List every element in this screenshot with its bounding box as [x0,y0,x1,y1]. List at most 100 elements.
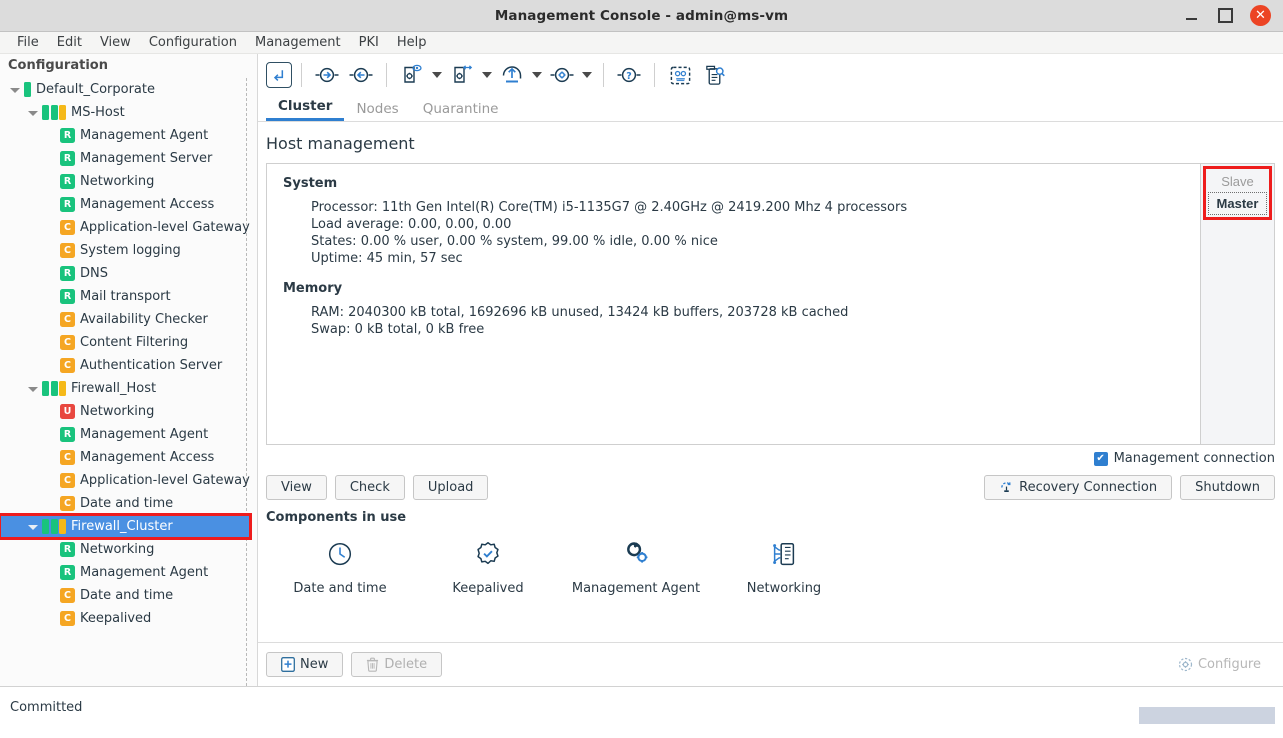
system-heading: System [283,176,338,191]
tree-item-system-logging[interactable]: C System logging [0,239,257,262]
system-line: Uptime: 45 min, 57 sec [311,251,463,266]
menu-item-file[interactable]: File [8,33,48,52]
tree-item-management-agent[interactable]: R Management Agent [0,423,257,446]
tree-item-mail-transport[interactable]: R Mail transport [0,285,257,308]
menu-bar: File Edit View Configuration Management PKI He… [0,32,1283,54]
tab-nodes[interactable]: Nodes [344,99,410,121]
chevron-down-icon[interactable] [26,106,40,120]
tree-item-label: Management Access [80,450,215,465]
master-button[interactable]: Master [1208,192,1267,215]
tree-item-management-access[interactable]: R Management Access [0,193,257,216]
system-line: Processor: 11th Gen Intel(R) Core(TM) i5… [311,200,908,215]
menu-item-management[interactable]: Management [246,33,350,52]
settings-icon[interactable] [546,59,578,91]
menu-item-view[interactable]: View [91,33,140,52]
trash-icon [366,657,379,672]
tree-item-label: Management Access [80,197,215,212]
upload-button[interactable]: Upload [412,474,489,500]
tree-item-ms-host[interactable]: MS-Host [0,101,257,124]
recovery-connection-button[interactable]: Recovery Connection [984,474,1173,500]
tree-item-management-server[interactable]: R Management Server [0,147,257,170]
tab-cluster[interactable]: Cluster [266,96,345,121]
body-area: Configuration Default_Corporate MS-Host R M… [0,54,1283,686]
state-badge-c-icon: C [60,220,75,235]
memory-lines: RAM: 2040300 kB total, 1692696 kB unused… [283,304,1184,338]
log-inspect-icon[interactable] [698,59,730,91]
tree-item-firewall-cluster[interactable]: Firewall_Cluster [0,513,252,540]
slave-button[interactable]: Slave [1208,171,1267,192]
minimize-icon[interactable] [1182,7,1200,25]
tree-item-dns[interactable]: R DNS [0,262,257,285]
tree-item-application-level-gateway[interactable]: C Application-level Gateway [0,469,257,492]
upload-icon[interactable] [496,59,528,91]
tree-item-label: MS-Host [71,105,125,120]
close-icon[interactable]: ✕ [1250,5,1271,26]
component-management-agent[interactable]: Management Agent [562,537,710,596]
menu-item-help[interactable]: Help [388,33,436,52]
help-icon[interactable]: ? [613,59,645,91]
tree-item-default-corporate[interactable]: Default_Corporate [0,78,257,101]
back-icon[interactable] [345,59,377,91]
chevron-down-icon[interactable] [26,520,40,534]
tree-item-label: Date and time [80,588,174,603]
chevron-down-icon[interactable] [8,83,22,97]
preview-config-icon[interactable] [396,59,428,91]
state-badge-r-icon: R [60,128,75,143]
status-bar-segment [59,381,66,396]
component-label: Keepalived [452,581,524,596]
maximize-icon[interactable] [1216,7,1234,25]
chevron-down-icon[interactable] [530,59,544,91]
configure-button[interactable]: Configure [1164,653,1275,676]
check-button[interactable]: Check [334,474,405,500]
status-bar: Committed [0,686,1283,728]
tree-item-networking[interactable]: U Networking [0,400,257,423]
chevron-down-icon[interactable] [580,59,594,91]
tree-item-label: Firewall_Cluster [71,519,173,534]
tree-item-label: Availability Checker [80,312,208,327]
tree-item-label: Application-level Gateway [80,473,250,488]
component-keepalived[interactable]: Keepalived [414,537,562,596]
tree-item-management-agent[interactable]: R Management Agent [0,561,257,584]
menu-item-edit[interactable]: Edit [48,33,91,52]
toolbar-separator [386,63,387,87]
tree-item-keepalived[interactable]: C Keepalived [0,607,257,630]
state-badge-r-icon: R [60,565,75,580]
state-badge-c-icon: C [60,312,75,327]
tree-item-date-and-time[interactable]: C Date and time [0,492,257,515]
transfer-config-icon[interactable] [446,59,478,91]
tab-quarantine[interactable]: Quarantine [411,99,511,121]
view-button[interactable]: View [266,474,327,500]
memory-heading: Memory [283,281,343,296]
tree-item-content-filtering[interactable]: C Content Filtering [0,331,257,354]
component-date-and-time[interactable]: Date and time [266,537,414,596]
tree-item-authentication-server[interactable]: C Authentication Server [0,354,257,377]
component-networking[interactable]: Networking [710,537,858,596]
tree-item-label: Firewall_Host [71,381,157,396]
chevron-down-icon[interactable] [26,382,40,396]
monitor-icon[interactable] [664,59,696,91]
management-connection-checkbox[interactable] [1093,451,1108,466]
status-bar-segment [59,105,66,120]
delete-button[interactable]: Delete [351,652,443,677]
tree-item-networking[interactable]: R Networking [0,538,257,561]
tree-item-date-and-time[interactable]: C Date and time [0,584,257,607]
shutdown-button[interactable]: Shutdown [1180,474,1275,500]
chevron-down-icon[interactable] [480,59,494,91]
tree-item-application-level-gateway[interactable]: C Application-level Gateway [0,216,257,239]
new-button[interactable]: New [266,652,344,677]
tree-item-firewall-host[interactable]: Firewall_Host [0,377,257,400]
tree-item-management-agent[interactable]: R Management Agent [0,124,257,147]
chevron-down-icon[interactable] [430,59,444,91]
menu-item-pki[interactable]: PKI [350,33,388,52]
tree-item-label: System logging [80,243,181,258]
go-up-icon[interactable] [266,62,292,88]
forward-icon[interactable] [311,59,343,91]
status-bars-icon [24,82,31,97]
role-side-panel: Slave Master [1200,164,1274,444]
system-info: System Processor: 11th Gen Intel(R) Core… [267,164,1200,444]
tree-item-availability-checker[interactable]: C Availability Checker [0,308,257,331]
gear-icon [1178,657,1193,672]
tree-item-networking[interactable]: R Networking [0,170,257,193]
menu-item-configuration[interactable]: Configuration [140,33,246,52]
tree-item-management-access[interactable]: C Management Access [0,446,257,469]
